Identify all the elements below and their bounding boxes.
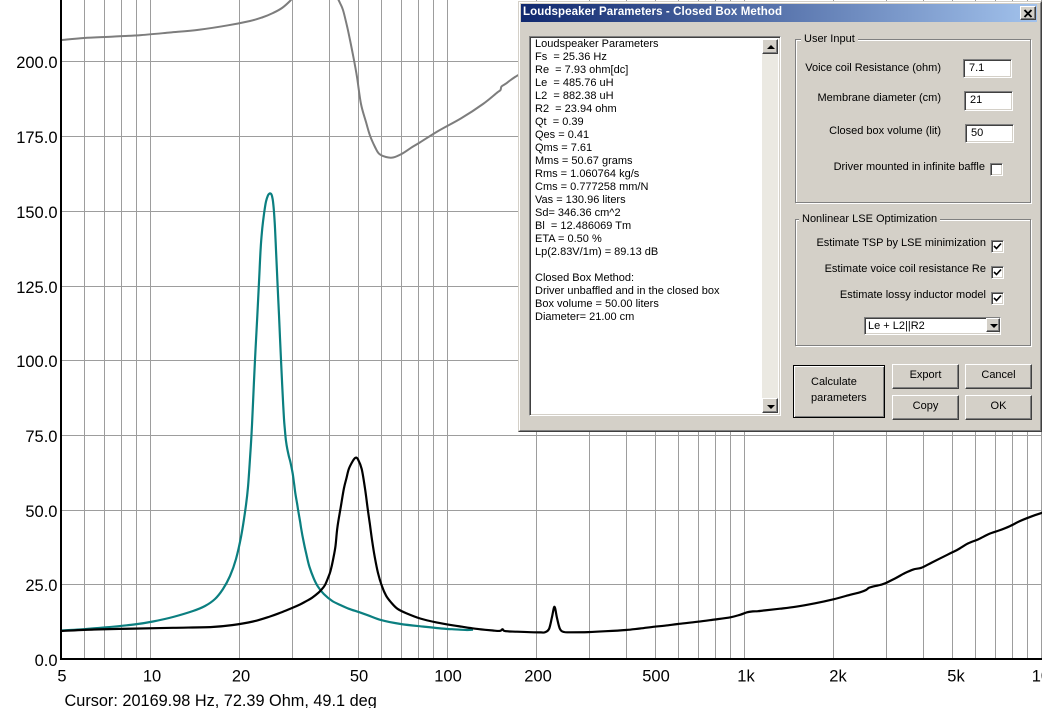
svg-text:50.0: 50.0 bbox=[25, 503, 57, 521]
svg-text:150.0: 150.0 bbox=[16, 204, 57, 222]
svg-text:20: 20 bbox=[232, 668, 250, 686]
svg-text:25.0: 25.0 bbox=[25, 577, 57, 595]
svg-text:75.0: 75.0 bbox=[25, 428, 57, 446]
svg-text:2k: 2k bbox=[829, 668, 847, 686]
svg-text:500: 500 bbox=[642, 668, 670, 686]
svg-text:125.0: 125.0 bbox=[16, 279, 57, 297]
svg-text:100: 100 bbox=[434, 668, 462, 686]
svg-text:200.0: 200.0 bbox=[16, 54, 57, 72]
svg-text:50: 50 bbox=[350, 668, 368, 686]
svg-text:100.0: 100.0 bbox=[16, 353, 57, 371]
svg-text:5: 5 bbox=[57, 668, 66, 686]
svg-text:175.0: 175.0 bbox=[16, 129, 57, 147]
svg-text:1k: 1k bbox=[737, 668, 755, 686]
svg-text:Cursor: 20169.98 Hz, 72.39 Ohm: Cursor: 20169.98 Hz, 72.39 Ohm, 49.1 deg bbox=[65, 692, 377, 708]
svg-text:10: 10 bbox=[143, 668, 161, 686]
svg-text:200: 200 bbox=[524, 668, 552, 686]
svg-text:5k: 5k bbox=[947, 668, 965, 686]
svg-text:0.0: 0.0 bbox=[35, 652, 58, 670]
svg-text:10k: 10k bbox=[1032, 668, 1042, 686]
